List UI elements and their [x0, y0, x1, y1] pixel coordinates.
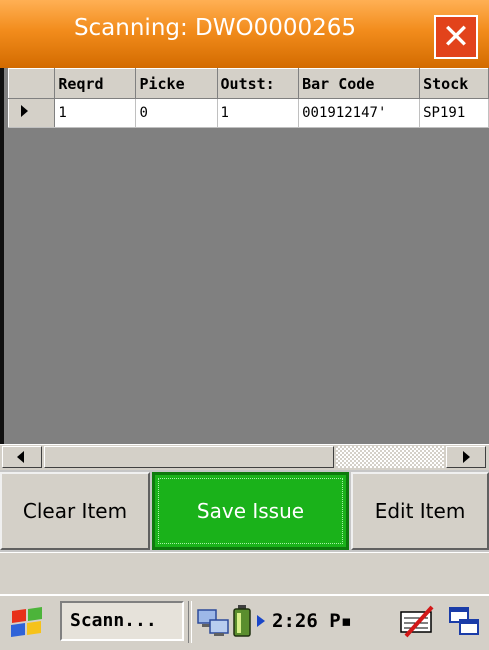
taskbar-separator — [188, 601, 192, 643]
save-issue-button[interactable]: Save Issue — [152, 472, 349, 550]
edit-item-button[interactable]: Edit Item — [351, 472, 489, 550]
network-icon[interactable] — [196, 606, 230, 638]
action-button-row: Clear Item Save Issue Edit Item — [0, 470, 489, 552]
cell-outstanding[interactable]: 1 — [217, 98, 300, 128]
taskbar-app-button[interactable]: Scann... — [60, 601, 184, 641]
grid-header-row: Reqrd Picke Outst: Bar Code Stock — [7, 68, 489, 99]
grid-table: Reqrd Picke Outst: Bar Code Stock 1 0 1 … — [7, 68, 489, 128]
battery-icon[interactable] — [232, 604, 252, 638]
status-area — [0, 552, 489, 594]
close-button[interactable]: ✕ — [434, 15, 478, 59]
cell-stock[interactable]: SP191 — [419, 98, 489, 128]
start-button[interactable] — [6, 602, 50, 642]
input-panel-icon[interactable] — [398, 602, 438, 642]
switch-windows-icon[interactable] — [448, 606, 482, 638]
scroll-left-button[interactable] — [2, 446, 42, 468]
data-grid[interactable]: Reqrd Picke Outst: Bar Code Stock 1 0 1 … — [0, 68, 489, 448]
window-title: Scanning: DWO0000265 — [73, 15, 357, 41]
grid-corner-cell — [7, 68, 56, 99]
tray-expand-arrow-icon[interactable] — [256, 614, 266, 628]
clock[interactable]: 2:26 P▪ — [272, 610, 352, 632]
current-row-arrow-icon — [21, 105, 28, 117]
cell-picked[interactable]: 0 — [135, 98, 218, 128]
scroll-track[interactable] — [336, 446, 444, 468]
chevron-left-icon — [17, 451, 24, 463]
chevron-right-icon — [463, 451, 470, 463]
close-icon: ✕ — [441, 17, 471, 57]
title-bar: Scanning: DWO0000265 ✕ — [0, 0, 489, 68]
scroll-right-button[interactable] — [446, 446, 486, 468]
taskbar: Scann... 2:26 P▪ — [0, 594, 489, 650]
clear-item-button[interactable]: Clear Item — [0, 472, 150, 550]
table-row[interactable]: 1 0 1 001912147' SP191 — [7, 98, 489, 128]
row-selector[interactable] — [7, 98, 56, 128]
scroll-thumb[interactable] — [44, 446, 334, 468]
column-header-picked[interactable]: Picke — [135, 68, 218, 99]
cell-reqrd[interactable]: 1 — [54, 98, 137, 128]
column-header-bar-code[interactable]: Bar Code — [298, 68, 421, 99]
column-header-outstanding[interactable]: Outst: — [216, 68, 300, 99]
cell-bar-code[interactable]: 001912147' — [298, 98, 421, 128]
column-header-reqrd[interactable]: Reqrd — [54, 68, 137, 99]
column-header-stock[interactable]: Stock — [419, 68, 489, 99]
horizontal-scrollbar[interactable] — [0, 444, 489, 470]
